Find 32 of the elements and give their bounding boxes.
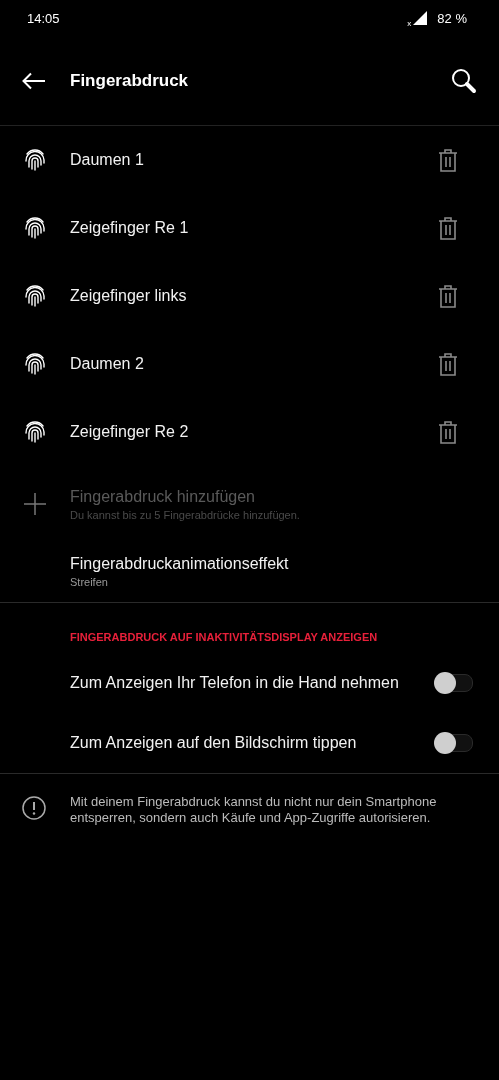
fingerprint-name[interactable]: Daumen 2 <box>70 355 144 373</box>
info-text: Mit deinem Fingerabdruck kannst du nicht nur dein Smartphone entsperren, sondern auch Käufe und App-Zugriffe autorisieren. <box>70 794 438 826</box>
delete-icon[interactable] <box>439 284 457 308</box>
section-header: FINGERABDRUCK AUF INAKTIVITÄTSDISPLAY ANZEIGEN <box>69 630 379 645</box>
delete-icon[interactable] <box>439 420 457 444</box>
signal-icon <box>413 11 428 25</box>
info-icon <box>22 796 46 820</box>
fingerprint-icon <box>24 216 46 240</box>
fingerprint-icon <box>24 284 46 308</box>
delete-icon[interactable] <box>439 352 457 376</box>
toggle-label: Zum Anzeigen Ihr Telefon in die Hand nehmen <box>70 674 399 692</box>
fingerprint-name[interactable]: Zeigefinger Re 1 <box>70 219 189 237</box>
fingerprint-icon <box>24 352 46 376</box>
page-title: Fingerabdruck <box>70 70 189 91</box>
toggle-switch[interactable] <box>437 734 473 752</box>
status-time: 14:05 <box>27 10 60 26</box>
toggle-label: Zum Anzeigen auf den Bildschirm tippen <box>70 734 357 752</box>
animation-effect-value: Streifen <box>70 575 109 588</box>
fingerprint-name[interactable]: Daumen 1 <box>70 151 144 169</box>
animation-effect-title[interactable]: Fingerabdruckanimationseffekt <box>70 554 289 573</box>
fingerprint-icon <box>24 420 46 444</box>
add-fingerprint-hint: Du kannst bis zu 5 Fingerabdrücke hinzufügen. <box>70 508 300 521</box>
battery-level: 82 % <box>437 10 467 26</box>
fingerprint-name[interactable]: Zeigefinger Re 2 <box>70 423 189 441</box>
fingerprint-name[interactable]: Zeigefinger links <box>70 287 187 305</box>
delete-icon[interactable] <box>439 216 457 240</box>
fingerprint-icon <box>24 148 46 172</box>
toggle-switch[interactable] <box>437 674 473 692</box>
search-icon[interactable] <box>451 67 477 94</box>
signal-mark: x <box>407 18 412 28</box>
back-icon[interactable] <box>22 71 46 90</box>
delete-icon[interactable] <box>439 148 457 172</box>
